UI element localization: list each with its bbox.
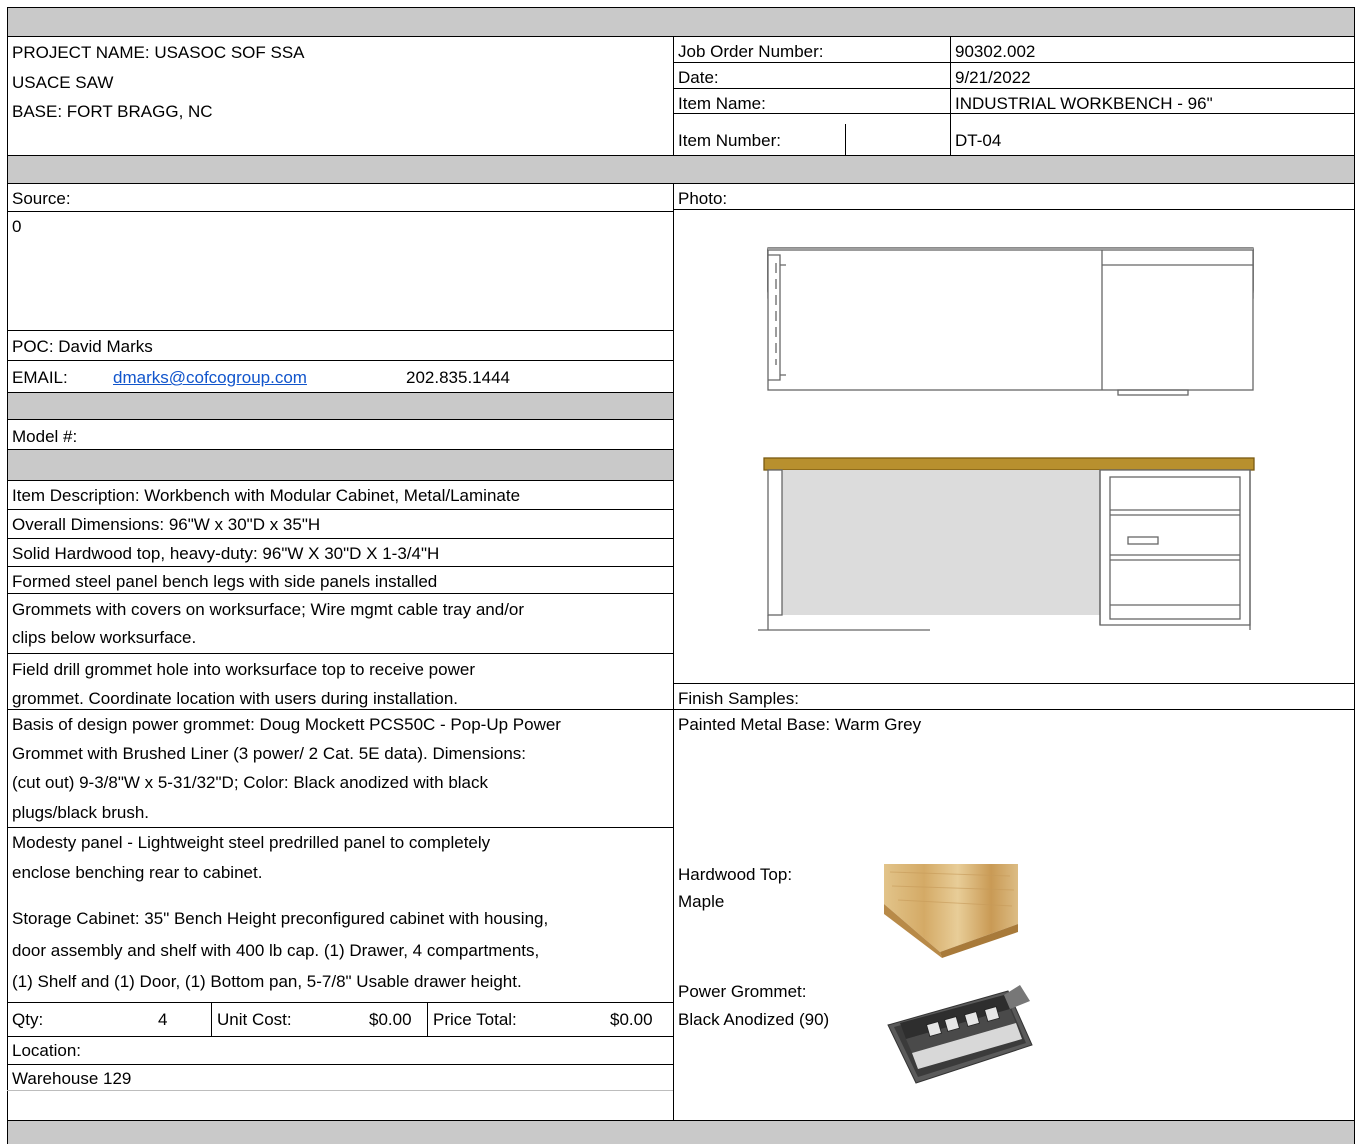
agency: USACE SAW <box>12 73 114 92</box>
job-order-label: Job Order Number: <box>678 42 824 61</box>
email-link[interactable]: dmarks@cofcogroup.com <box>113 369 307 386</box>
grommet-finish: Black Anodized (90) <box>678 1010 830 1029</box>
desc-line: Item Description: Workbench with Modular… <box>12 486 521 505</box>
item-name-value: INDUSTRIAL WORKBENCH - 96" <box>955 94 1213 113</box>
desc-line: enclose benching rear to cabinet. <box>12 863 263 882</box>
email-band <box>8 392 673 419</box>
phone: 202.835.1444 <box>406 368 510 387</box>
desc-line: Formed steel panel bench legs with side … <box>12 572 438 591</box>
item-name-label: Item Name: <box>678 94 766 113</box>
item-number-value: DT-04 <box>955 131 1002 150</box>
unit-cost-value: $0.00 <box>369 1010 412 1029</box>
metal-base-finish: Painted Metal Base: Warm Grey <box>678 715 922 734</box>
photo-label: Photo: <box>678 189 728 208</box>
desc-line: (1) Shelf and (1) Door, (1) Bottom pan, … <box>12 972 522 991</box>
separator-band <box>8 156 1354 183</box>
desc-line: Basis of design power grommet: Doug Mock… <box>12 715 561 734</box>
base: BASE: FORT BRAGG, NC <box>12 102 213 121</box>
desc-line: Overall Dimensions: 96"W x 30"D x 35"H <box>12 515 321 534</box>
finish-samples-label: Finish Samples: <box>678 689 799 708</box>
workbench-drawing <box>758 247 1255 631</box>
poc: POC: David Marks <box>12 337 153 356</box>
desc-line: grommet. Coordinate location with users … <box>12 689 459 708</box>
price-total-label: Price Total: <box>433 1010 517 1029</box>
model-label: Model #: <box>12 427 78 446</box>
location-label: Location: <box>12 1041 81 1060</box>
desc-line: (cut out) 9-3/8"W x 5-31/32"D; Color: Bl… <box>12 773 488 792</box>
qty-label: Qty: <box>12 1010 44 1029</box>
email-label: EMAIL: <box>12 368 68 387</box>
grommet-label: Power Grommet: <box>678 982 807 1001</box>
desc-line: Field drill grommet hole into worksurfac… <box>12 660 475 679</box>
desc-line: Modesty panel - Lightweight steel predri… <box>12 833 491 852</box>
location-value: Warehouse 129 <box>12 1069 132 1088</box>
desc-line: Grommet with Brushed Liner (3 power/ 2 C… <box>12 744 526 763</box>
date-label: Date: <box>678 68 719 87</box>
project-name: PROJECT NAME: USASOC SOF SSA <box>12 43 305 62</box>
job-order-value: 90302.002 <box>955 42 1036 61</box>
price-total-value: $0.00 <box>610 1010 653 1029</box>
bottom-band <box>8 1120 1354 1144</box>
elevation-view <box>758 457 1255 631</box>
power-grommet-image <box>887 985 1033 1084</box>
desc-line: door assembly and shelf with 400 lb cap.… <box>12 941 540 960</box>
desc-line: Storage Cabinet: 35" Bench Height precon… <box>12 909 549 928</box>
hardwood-top-label: Hardwood Top: <box>678 865 793 884</box>
source-label: Source: <box>12 189 71 208</box>
model-band <box>8 450 673 480</box>
hardwood-top-value: Maple <box>678 892 725 911</box>
qty-value: 4 <box>158 1010 168 1029</box>
desc-line: plugs/black brush. <box>12 803 150 822</box>
unit-cost-label: Unit Cost: <box>217 1010 292 1029</box>
top-band <box>8 8 1354 36</box>
desc-line: clips below worksurface. <box>12 628 197 647</box>
date-value: 9/21/2022 <box>955 68 1031 87</box>
desc-line: Solid Hardwood top, heavy-duty: 96"W X 3… <box>12 544 440 563</box>
maple-sample-image <box>884 864 1018 958</box>
item-number-label: Item Number: <box>678 131 781 150</box>
desc-line: Grommets with covers on worksurface; Wir… <box>12 600 525 619</box>
source-value: 0 <box>12 217 22 236</box>
